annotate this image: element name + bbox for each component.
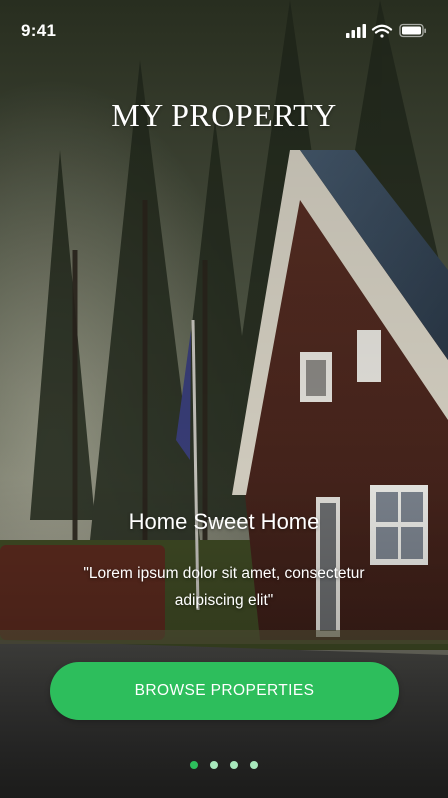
signal-icon <box>346 24 366 38</box>
pager-dot[interactable] <box>250 761 258 769</box>
slide-title: Home Sweet Home <box>128 509 320 534</box>
pager-dot[interactable] <box>190 761 198 769</box>
status-bar: 9:41 <box>0 0 448 60</box>
status-icons <box>346 23 426 38</box>
status-time: 9:41 <box>21 21 57 40</box>
slide-quote: "Lorem ipsum dolor sit amet, consectetur… <box>83 565 365 609</box>
app-title: MY PROPERTY <box>111 97 337 133</box>
browse-properties-button[interactable]: BROWSE PROPERTIES <box>50 662 399 720</box>
page-indicator <box>190 761 258 770</box>
wifi-icon <box>371 24 393 38</box>
pager-dot[interactable] <box>230 761 238 769</box>
pager-dot[interactable] <box>210 761 218 769</box>
onboarding-screen: 9:41 MY PROPERTY Home Sweet Home "Lorem … <box>0 0 448 798</box>
battery-icon <box>399 23 426 38</box>
